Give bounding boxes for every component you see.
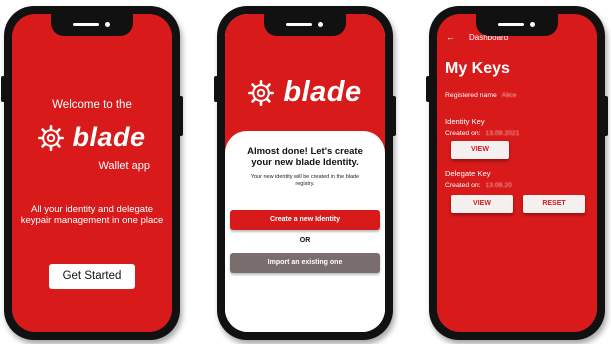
identity-key-label: Identity Key xyxy=(445,117,485,126)
create-identity-button[interactable]: Create a new Identity xyxy=(230,210,380,230)
notch xyxy=(476,14,558,36)
delegate-key-label: Delegate Key xyxy=(445,169,491,178)
brand-logo: blade xyxy=(12,122,172,153)
reset-delegate-key-button[interactable]: RESET xyxy=(523,195,585,213)
welcome-text: Welcome to the xyxy=(52,99,132,111)
page-title: My Keys xyxy=(445,60,510,77)
notch xyxy=(264,14,346,36)
or-divider: OR xyxy=(299,237,311,244)
phone-dashboard: ← Dashboard My Keys Registered name Alic… xyxy=(426,6,608,340)
view-identity-key-button[interactable]: VIEW xyxy=(451,141,509,159)
power-button xyxy=(604,96,608,136)
wallet-subtitle: Wallet app xyxy=(98,160,150,172)
card-title: Almost done! Let's create your new blade… xyxy=(247,146,363,168)
dashboard-screen: ← Dashboard My Keys Registered name Alic… xyxy=(437,14,597,332)
identity-card: Almost done! Let's create your new blade… xyxy=(225,131,385,332)
welcome-screen: Welcome to the blade Wallet app All your… xyxy=(12,14,172,332)
phone-identity: blade Almost done! Let's create your new… xyxy=(214,6,396,340)
power-button xyxy=(179,96,183,136)
gear-logo-icon xyxy=(248,79,275,106)
delegate-created-label: Created on: xyxy=(445,182,481,189)
identity-created-label: Created on: xyxy=(445,130,481,137)
identity-screen: blade Almost done! Let's create your new… xyxy=(225,14,385,332)
registered-name-label: Registered name xyxy=(445,92,497,99)
registered-name-value: Alice xyxy=(501,92,517,99)
gear-logo-icon xyxy=(38,124,65,151)
brand-name: blade xyxy=(283,76,362,108)
card-description: Your new identity will be created in the… xyxy=(250,174,360,187)
import-identity-button[interactable]: Import an existing one xyxy=(230,253,380,273)
brand-logo: blade xyxy=(225,76,385,109)
registered-name-row: Registered name Alice xyxy=(445,92,516,99)
get-started-button[interactable]: Get Started xyxy=(49,264,135,289)
notch xyxy=(51,14,133,36)
delegate-created-value: 13.09.20 xyxy=(485,182,512,189)
identity-created-value: 13.09.2021 xyxy=(485,130,520,137)
tagline: All your identity and delegate keypair m… xyxy=(20,204,164,226)
volume-button xyxy=(214,76,218,102)
volume-button xyxy=(1,76,5,102)
delegate-created-row: Created on: 13.09.20 xyxy=(445,182,512,189)
volume-button xyxy=(426,76,430,102)
brand-name: blade xyxy=(72,122,146,152)
identity-created-row: Created on: 13.09.2021 xyxy=(445,130,519,137)
phone-welcome: Welcome to the blade Wallet app All your… xyxy=(1,6,183,340)
power-button xyxy=(392,96,396,136)
back-arrow-icon[interactable]: ← xyxy=(446,32,455,42)
view-delegate-key-button[interactable]: VIEW xyxy=(451,195,513,213)
